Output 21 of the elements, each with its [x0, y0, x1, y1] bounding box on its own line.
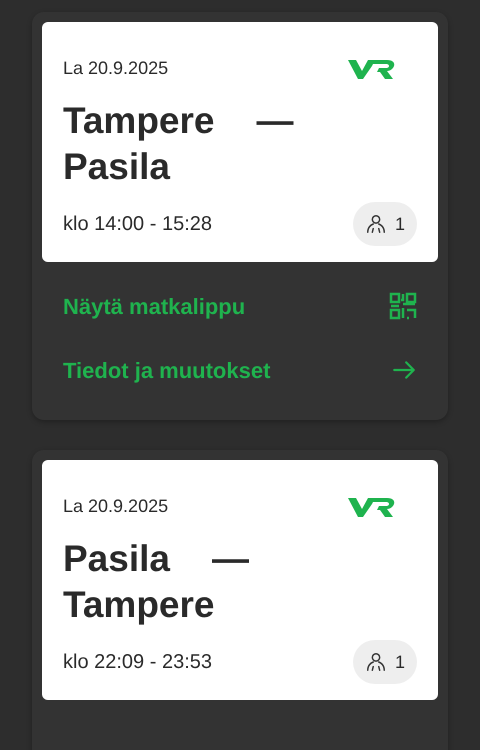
- origin-station: Tampere: [63, 99, 214, 143]
- qr-code-icon: [389, 292, 417, 320]
- origin-station: Pasila: [63, 537, 170, 581]
- action-link[interactable]: Tiedot ja muutokset: [63, 338, 417, 402]
- person-icon: [364, 213, 387, 235]
- logo-icon: [348, 496, 396, 518]
- logo-icon: [348, 58, 396, 80]
- action-link[interactable]: Näytä matkalippu: [63, 274, 417, 338]
- date-text: La 20.9.2025: [63, 57, 168, 80]
- ticket-card[interactable]: La 20.9.2025 Tampere — Pasila klo 14:00 - 15:28 1: [42, 22, 438, 262]
- person-icon: [364, 651, 387, 673]
- time-text: klo 22:09 - 23:53: [63, 650, 212, 675]
- route-dash: —: [256, 99, 294, 143]
- route-dash: —: [212, 537, 249, 581]
- date-text: La 20.9.2025: [63, 495, 168, 518]
- ticket-card[interactable]: La 20.9.2025 Pasila — Tampere klo 22:09 - 23:53 1: [42, 460, 438, 700]
- destination-station: Pasila: [63, 145, 172, 189]
- time-text: klo 14:00 - 15:28: [63, 212, 212, 237]
- passenger-count-pill: 1: [352, 640, 417, 684]
- destination-station: Tampere: [63, 583, 216, 627]
- passenger-count-pill: 1: [352, 202, 417, 246]
